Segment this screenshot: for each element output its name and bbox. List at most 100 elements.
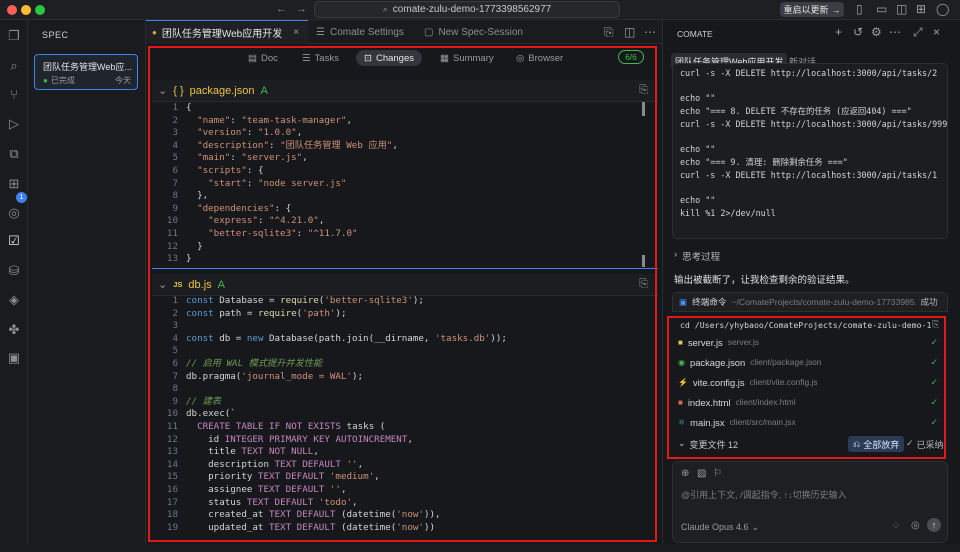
run-debug-icon[interactable]: ▷ xyxy=(6,116,22,132)
more-actions-icon[interactable]: ⋯ xyxy=(644,25,656,39)
line-number: 14 xyxy=(166,458,178,470)
source-control-icon[interactable]: ⑂ xyxy=(6,87,22,103)
copy-icon[interactable]: ⎘ xyxy=(932,319,939,330)
changed-files-toggle[interactable]: ⌄ 变更文件 12 xyxy=(678,438,738,451)
spec-session-card[interactable]: 团队任务管理Web应... ● 已完成 今天 xyxy=(34,54,138,90)
scrollbar-thumb[interactable] xyxy=(642,255,645,267)
changed-file-row[interactable]: ■ server.js server.js ✓ xyxy=(678,332,944,352)
code-text: const Database = require('better-sqlite3… xyxy=(186,295,424,306)
spec-checklist-icon[interactable]: ☑ xyxy=(6,233,22,249)
chat-input-box[interactable]: ⊕ ▨ ⚐ @引用上下文, /调起指令, ↑↓切换历史输入 Claude Opu… xyxy=(672,461,948,543)
code-text: id INTEGER PRIMARY KEY AUTOINCREMENT, xyxy=(186,433,413,445)
paw-icon[interactable]: ✤ xyxy=(6,322,22,338)
code-line: 11 "better-sqlite3": "^11.7.0" xyxy=(152,228,652,241)
remote-explorer-icon[interactable]: ⧉ xyxy=(6,146,22,162)
extensions-icon[interactable]: ⊞ xyxy=(6,176,22,192)
layout-panel-icon[interactable]: ▭ xyxy=(876,2,887,16)
tab-new-spec-session[interactable]: ▢ New Spec-Session xyxy=(418,20,536,44)
changed-file-row[interactable]: ■ index.html client/index.html ✓ xyxy=(678,392,944,412)
add-context-icon[interactable]: ⊕ xyxy=(681,468,689,479)
code-line: 6 "scripts": { xyxy=(152,165,652,178)
code-line: 11 CREATE TABLE IF NOT EXISTS tasks ( xyxy=(152,421,652,434)
subnav-label: Doc xyxy=(260,52,278,64)
restart-label: 重启以更新 xyxy=(783,5,829,15)
maximize-window-button[interactable] xyxy=(35,5,45,15)
changed-file-path: client/package.json xyxy=(750,357,822,367)
subnav-doc[interactable]: ▤ Doc xyxy=(240,50,286,66)
terminal-line: kill %1 2>/dev/null xyxy=(680,207,776,218)
open-changes-icon[interactable]: ⎘ xyxy=(604,25,614,40)
thinking-toggle[interactable]: › 思考过程 xyxy=(674,249,720,263)
close-window-button[interactable] xyxy=(7,5,17,15)
code-text: "name": "team-task-manager", xyxy=(197,114,353,126)
subnav-browser[interactable]: ◎ Browser xyxy=(508,50,571,66)
layers-icon[interactable]: ◈ xyxy=(6,292,22,308)
changed-file-row[interactable]: ◉ package.json client/package.json ✓ xyxy=(678,352,944,372)
terminal-command-card[interactable]: ▣ 终端命令 ~/ComateProjects/comate-zulu-demo… xyxy=(672,292,948,312)
code-text: "scripts": { xyxy=(197,164,264,176)
back-arrow-icon[interactable]: ← xyxy=(276,3,287,15)
code-line: 12 id INTEGER PRIMARY KEY AUTOINCREMENT, xyxy=(152,434,652,447)
account-icon[interactable]: ◯ xyxy=(936,2,949,16)
layout-sidebar-icon[interactable]: ▯ xyxy=(856,2,863,16)
terminal-line: echo "" xyxy=(680,144,716,155)
model-selector[interactable]: Claude Opus 4.6 ⌄ xyxy=(681,522,759,533)
rules-icon[interactable]: ⚐ xyxy=(713,468,722,479)
expand-icon[interactable]: ⤢ xyxy=(913,25,923,40)
history-icon[interactable]: ↺ xyxy=(853,25,863,39)
code-text: "dependencies": { xyxy=(197,202,292,214)
line-number: 7 xyxy=(172,370,178,382)
image-icon[interactable]: ▨ xyxy=(697,468,706,479)
code-text: "description": "团队任务管理 Web 应用", xyxy=(197,139,398,151)
at-mention-icon[interactable]: ◎ xyxy=(911,520,920,531)
close-panel-icon[interactable]: × xyxy=(933,25,940,39)
customize-layout-icon[interactable]: ⊞ xyxy=(916,2,926,16)
vite-file-icon: ⚡ xyxy=(678,377,688,387)
code-line: 14 description TEXT DEFAULT '', xyxy=(152,459,652,472)
changed-file-row[interactable]: ⚡ vite.config.js client/vite.config.js ✓ xyxy=(678,372,944,392)
subnav-changes[interactable]: ⊡ Changes xyxy=(356,50,422,66)
add-icon[interactable]: + xyxy=(835,25,842,39)
forward-arrow-icon[interactable]: → xyxy=(296,3,307,15)
changed-file-name: package.json xyxy=(689,356,746,368)
discard-all-button[interactable]: ⎌ 全部放弃 xyxy=(848,436,905,452)
copy-icon[interactable]: ⎘ xyxy=(639,278,648,291)
chevron-right-icon: › xyxy=(674,249,678,260)
command-search-bar[interactable]: ⌕ comate-zulu-demo-1773398562977 xyxy=(314,1,620,18)
code-line: 10 "express": "^4.21.0", xyxy=(152,215,652,228)
chevron-down-icon[interactable]: ⌄ xyxy=(158,278,167,291)
browser-icon[interactable]: ◎ xyxy=(6,205,22,221)
settings-icon[interactable]: ⚙ xyxy=(871,25,882,39)
database-icon[interactable]: ⛁ xyxy=(6,263,22,279)
jsx-file-icon: ⚛ xyxy=(678,417,686,427)
modified-dot-icon: ● xyxy=(152,28,157,37)
split-editor-icon[interactable]: ◫ xyxy=(624,25,635,39)
scrollbar-thumb[interactable] xyxy=(642,102,645,116)
restart-update-button[interactable]: 重启以更新 → xyxy=(780,2,844,17)
file-icon: ▢ xyxy=(424,26,434,38)
chevron-down-icon[interactable]: ⌄ xyxy=(158,84,167,97)
line-number: 11 xyxy=(166,420,178,432)
close-tab-icon[interactable]: × xyxy=(293,27,299,38)
json-file-icon: ◉ xyxy=(678,357,685,367)
tab-spec-session[interactable]: ● 团队任务管理Web应用开发 × xyxy=(146,20,308,44)
search-icon[interactable]: ⌕ xyxy=(6,58,22,74)
more-icon[interactable]: ⋯ xyxy=(889,25,901,39)
file-header-package-json[interactable]: ⌄ { } package.json A ⎘ xyxy=(152,80,658,102)
subnav-tasks[interactable]: ☰ Tasks xyxy=(294,50,347,66)
subnav-summary[interactable]: ▦ Summary xyxy=(432,50,502,66)
chat-icon[interactable]: ▣ xyxy=(6,350,22,366)
minimize-window-button[interactable] xyxy=(21,5,31,15)
changed-file-row[interactable]: ⚛ main.jsx client/src/main.jsx ✓ xyxy=(678,412,944,432)
line-number: 10 xyxy=(166,215,178,227)
cmd-label: 终端命令 xyxy=(692,297,727,307)
send-button[interactable]: ↑ xyxy=(927,518,941,532)
check-icon: ✓ xyxy=(906,438,914,448)
tab-comate-settings[interactable]: ☰ Comate Settings xyxy=(310,20,414,44)
explorer-icon[interactable]: ❐ xyxy=(6,28,22,44)
copy-icon[interactable]: ⎘ xyxy=(639,84,648,97)
layout-split-icon[interactable]: ◫ xyxy=(896,2,907,16)
file-header-db-js[interactable]: ⌄ JS db.js A ⎘ xyxy=(152,274,658,296)
code-text: db.pragma('journal_mode = WAL'); xyxy=(186,370,364,382)
